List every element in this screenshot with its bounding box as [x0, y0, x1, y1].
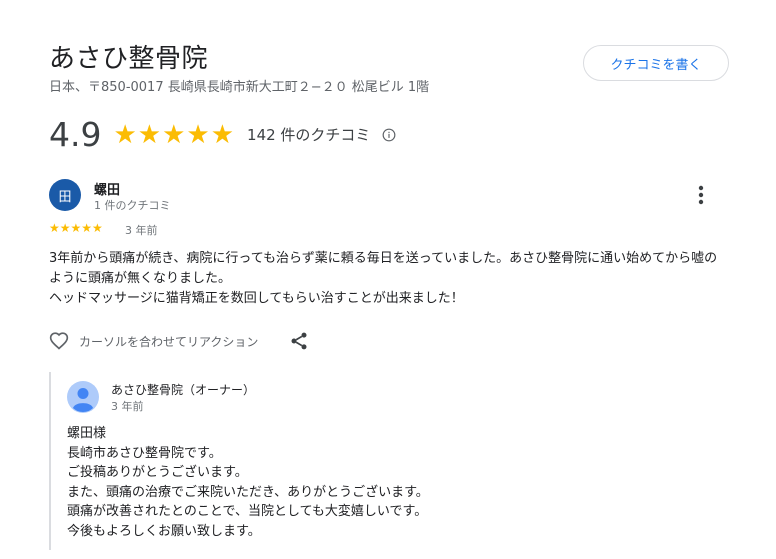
heart-icon[interactable] — [49, 331, 69, 351]
reaction-label: カーソルを合わせてリアクション — [79, 334, 259, 349]
reaction-control[interactable]: カーソルを合わせてリアクション — [49, 331, 258, 351]
owner-reply-divider — [49, 372, 51, 550]
review-text: 3年前から頭痛が続き、病院に行っても治らず薬に頼る毎日を送っていました。あさひ整… — [49, 251, 718, 306]
business-address: 日本、〒850-0017 長崎県長崎市新大工町２−２０ 松尾ビル 1階 — [49, 80, 430, 95]
business-title: あさひ整骨院 — [49, 44, 209, 74]
rating-summary: 4.9 ★★★★★ 142 件のクチコミ — [49, 115, 396, 154]
share-icon[interactable] — [289, 331, 309, 351]
owner-reply-text: 螺田様 長崎市あさひ整骨院です。 ご投稿ありがとうございます。 また、頭痛の治療… — [67, 426, 429, 539]
reviewer-avatar[interactable]: 田 — [49, 179, 81, 211]
reviewer-review-count: 1 件のクチコミ — [94, 199, 171, 212]
reviewer-name[interactable]: 螺田 — [94, 179, 120, 198]
review-stars: ★★★★★ — [49, 221, 103, 235]
average-rating: 4.9 — [49, 115, 102, 154]
rating-stars: ★★★★★ — [113, 119, 236, 150]
owner-name: あさひ整骨院（オーナー） — [111, 383, 256, 397]
review-count-link[interactable]: 142 件のクチコミ — [247, 124, 370, 145]
review-time: 3 年前 — [125, 224, 158, 237]
owner-avatar-icon — [67, 381, 99, 413]
more-options-icon[interactable] — [692, 183, 710, 207]
info-icon[interactable] — [382, 128, 396, 142]
write-review-button[interactable]: クチコミを書く — [583, 45, 729, 81]
owner-reply-time: 3 年前 — [111, 400, 144, 413]
